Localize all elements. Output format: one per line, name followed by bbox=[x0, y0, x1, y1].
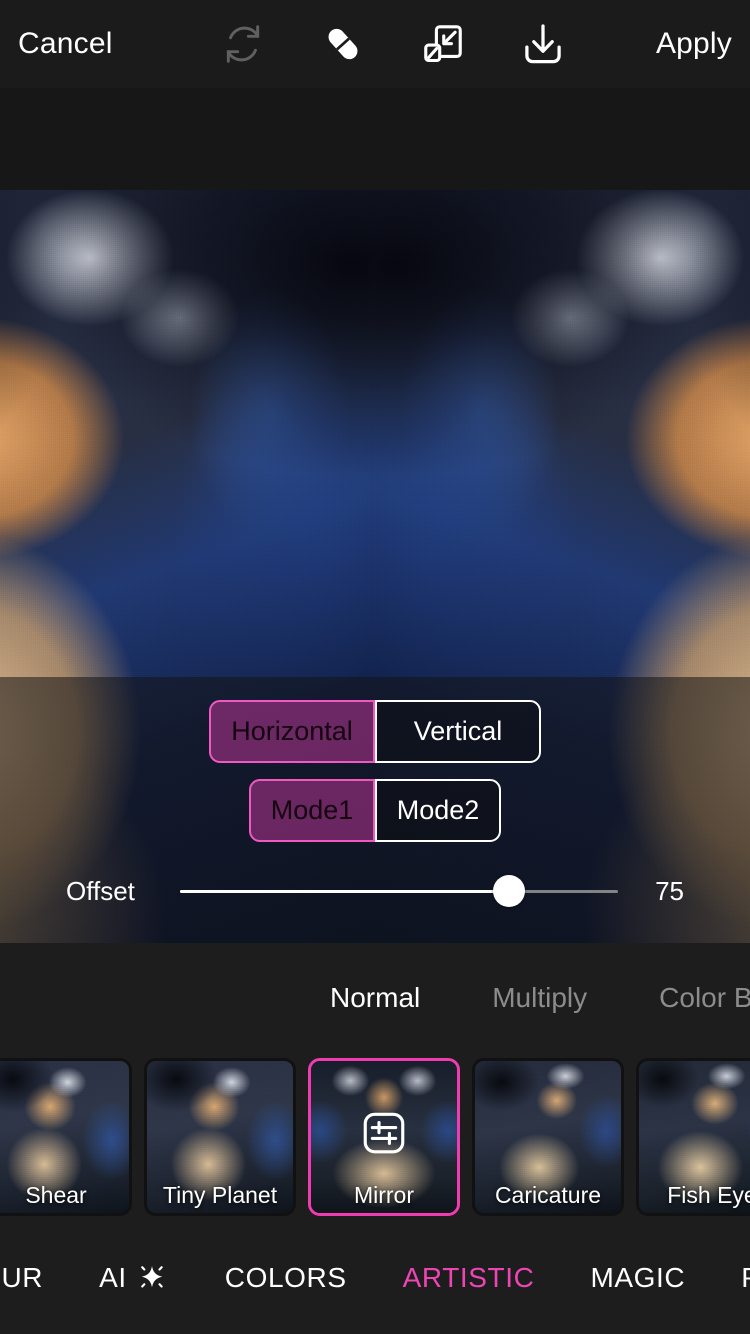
category-tab-colors[interactable]: COLORS bbox=[224, 1261, 347, 1293]
orientation-segmented-control: Horizontal Vertical bbox=[0, 700, 750, 763]
category-tab-ai[interactable]: AI bbox=[99, 1261, 169, 1295]
effect-thumb-shear[interactable]: Shear bbox=[0, 1058, 132, 1216]
slider-thumb[interactable] bbox=[492, 875, 525, 907]
thumb-preview-image bbox=[0, 1061, 129, 1213]
slider-fill bbox=[180, 889, 509, 893]
category-nav[interactable]: BLUR AI COLORS ARTISTIC MAGIC bbox=[0, 1221, 750, 1334]
category-label: COLORS bbox=[224, 1261, 347, 1293]
mode-option-2[interactable]: Mode2 bbox=[375, 779, 501, 842]
category-tab-paper[interactable]: PAPER bbox=[741, 1263, 750, 1292]
sliders-icon[interactable] bbox=[359, 1108, 409, 1158]
toolbar-icon-group bbox=[219, 20, 567, 68]
photo-editor-screen: Cancel Apply Horizontal Vertical Mode1 M… bbox=[0, 0, 750, 1334]
eraser-icon[interactable] bbox=[319, 20, 367, 68]
orientation-option-vertical[interactable]: Vertical bbox=[375, 700, 541, 763]
mode-segmented-control: Mode1 Mode2 bbox=[0, 779, 750, 842]
thumb-preview-image bbox=[475, 1061, 621, 1213]
download-icon[interactable] bbox=[519, 20, 567, 68]
reset-icon[interactable] bbox=[219, 20, 267, 68]
offset-value: 75 bbox=[655, 876, 684, 906]
blend-mode-normal[interactable]: Normal bbox=[330, 984, 420, 1012]
mode-option-1[interactable]: Mode1 bbox=[249, 779, 375, 842]
blend-mode-color-burn[interactable]: Color Bu bbox=[659, 984, 750, 1012]
category-label: PAPER bbox=[741, 1263, 750, 1292]
thumb-preview-image bbox=[147, 1061, 293, 1213]
effect-thumbnail-strip[interactable]: Shear Tiny Planet Mirror Caricature Fish… bbox=[0, 1053, 750, 1221]
effect-thumb-fish-eye[interactable]: Fish Eye bbox=[636, 1058, 750, 1216]
effect-thumb-caricature[interactable]: Caricature bbox=[472, 1058, 624, 1216]
orientation-option-horizontal[interactable]: Horizontal bbox=[209, 700, 375, 763]
effect-thumb-mirror[interactable]: Mirror bbox=[308, 1058, 460, 1216]
sparkle-icon bbox=[135, 1261, 169, 1295]
category-tab-blur[interactable]: BLUR bbox=[0, 1261, 44, 1293]
resize-icon[interactable] bbox=[419, 20, 467, 68]
category-tab-magic[interactable]: MAGIC bbox=[590, 1261, 686, 1293]
blend-mode-strip[interactable]: Normal Multiply Color Bu bbox=[0, 943, 750, 1053]
offset-slider-row: Offset 75 bbox=[0, 874, 750, 908]
category-label: MAGIC bbox=[590, 1261, 686, 1293]
category-label: ARTISTIC bbox=[402, 1261, 535, 1293]
blend-mode-multiply[interactable]: Multiply bbox=[492, 984, 587, 1012]
effect-thumb-tiny-planet[interactable]: Tiny Planet bbox=[144, 1058, 296, 1216]
top-toolbar: Cancel Apply bbox=[0, 0, 750, 88]
category-tab-artistic[interactable]: ARTISTIC bbox=[402, 1261, 535, 1293]
category-label: AI bbox=[99, 1261, 127, 1293]
offset-slider[interactable] bbox=[180, 874, 618, 908]
category-label: BLUR bbox=[0, 1261, 44, 1293]
cancel-button[interactable]: Cancel bbox=[18, 29, 113, 59]
offset-label: Offset bbox=[66, 876, 135, 906]
toolbar-spacer bbox=[0, 88, 750, 190]
apply-button[interactable]: Apply bbox=[656, 29, 732, 59]
effect-controls-panel: Horizontal Vertical Mode1 Mode2 Offset 7… bbox=[0, 677, 750, 943]
thumb-preview-image bbox=[639, 1061, 750, 1213]
